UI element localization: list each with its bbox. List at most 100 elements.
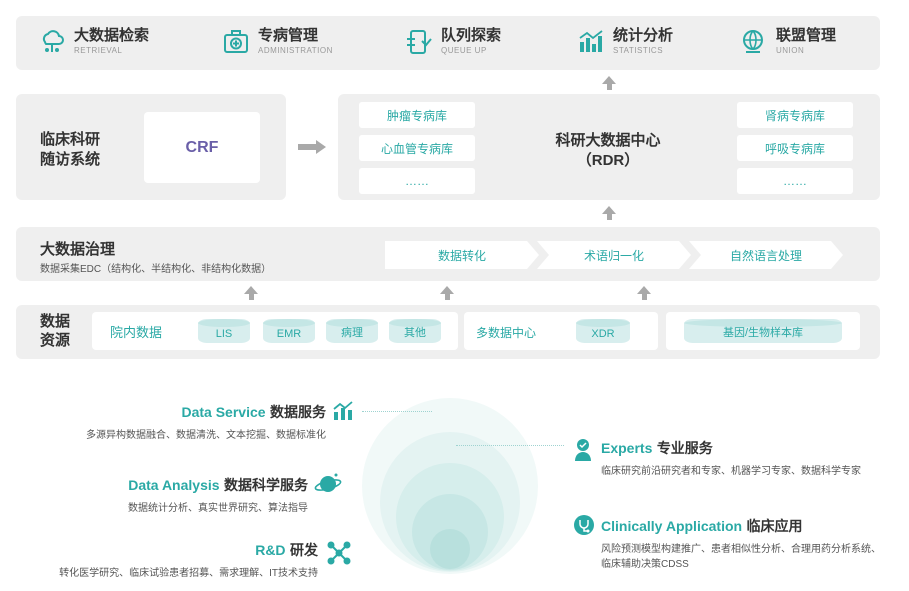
rdr-item-label: 心血管专病库 <box>380 141 453 156</box>
up-arrow <box>244 286 258 300</box>
service-title-en: Data Service <box>181 404 266 420</box>
medical-kit-icon <box>224 30 248 53</box>
nav-sublabel: RETRIEVAL <box>74 46 123 55</box>
concentric-circles <box>362 398 538 574</box>
nav-label: 队列探索 <box>441 27 502 44</box>
rdr-right-item[interactable]: 呼吸专病库 <box>737 135 853 161</box>
nav-union[interactable]: 联盟管理 UNION <box>740 28 836 56</box>
data-source-biobank[interactable]: 基因/生物样本库 <box>684 319 842 343</box>
service-desc: 多源异构数据融合、数据清洗、文本挖掘、数据标准化 <box>86 430 326 441</box>
bar-chart-icon <box>579 30 603 52</box>
rdr-item-label: …… <box>405 174 429 188</box>
crf-title-line: 临床科研 <box>40 131 101 148</box>
nav-sublabel: UNION <box>776 46 805 55</box>
up-arrow <box>602 76 616 90</box>
molecule-icon <box>327 541 351 565</box>
nav-label: 联盟管理 <box>776 27 837 44</box>
nav-statistics[interactable]: 统计分析 STATISTICS <box>577 28 673 56</box>
service-desc: 临床研究前沿研究者和专家、机器学习专家、数据科学专家 <box>601 466 861 477</box>
data-source-label: LIS <box>215 328 233 340</box>
rdr-right-item[interactable]: 肾病专病库 <box>737 102 853 128</box>
data-source-pathology[interactable]: 病理 <box>326 319 378 343</box>
data-source-label: EMR <box>276 328 302 340</box>
data-source-label: XDR <box>591 328 615 340</box>
service-title-zh: 研发 <box>290 542 318 558</box>
data-service-icon <box>333 401 353 420</box>
governance-step[interactable]: 自然语言处理 <box>689 241 843 269</box>
service-title-zh: 临床应用 <box>746 518 803 534</box>
rdr-item-label: 肿瘤专病库 <box>386 108 447 123</box>
connector-line <box>456 445 564 446</box>
service-experts: Experts 专业服务 临床研究前沿研究者和专家、机器学习专家、数据科学专家 <box>601 438 901 477</box>
service-clinical-application: Clinically Application 临床应用 风险预测模型构建推广、患… <box>601 516 901 570</box>
expert-icon <box>575 439 591 461</box>
resources-title-line: 数据 <box>40 313 71 330</box>
crf-box[interactable]: CRF <box>144 112 260 183</box>
nav-label: 统计分析 <box>613 27 674 44</box>
data-source-label: 基因/生物样本库 <box>722 327 804 339</box>
queue-icon <box>407 30 432 54</box>
governance-subtitle: 数据采集EDC（结构化、半结构化、非结构化数据） <box>40 264 272 275</box>
service-data-service: Data Service 数据服务 多源异构数据融合、数据清洗、文本挖掘、数据标… <box>40 402 326 441</box>
rdr-item-label: 肾病专病库 <box>764 108 825 123</box>
service-desc: 临床辅助决策CDSS <box>601 559 689 570</box>
service-title-zh: 数据科学服务 <box>224 477 308 493</box>
governance-step[interactable]: 术语归一化 <box>537 241 691 269</box>
hospital-data-label: 院内数据 <box>110 325 163 340</box>
nav-label: 专病管理 <box>258 27 319 44</box>
resources-title: 数据 资源 <box>40 312 70 350</box>
service-desc: 数据统计分析、真实世界研究、算法指导 <box>128 503 308 514</box>
nav-queue[interactable]: 队列探索 QUEUE UP <box>405 28 501 56</box>
data-source-label: 其他 <box>404 327 426 339</box>
nav-sublabel: STATISTICS <box>613 46 664 55</box>
resources-title-line: 资源 <box>40 332 71 349</box>
service-title-zh: 专业服务 <box>656 440 713 456</box>
up-arrow <box>637 286 651 300</box>
governance-title: 大数据治理 <box>40 241 116 258</box>
step-label: 术语归一化 <box>583 248 644 263</box>
crf-title-line: 随访系统 <box>40 151 101 168</box>
up-arrow <box>602 206 616 220</box>
nav-sublabel: QUEUE UP <box>441 46 487 55</box>
crf-label: CRF <box>185 138 219 156</box>
rdr-title: 科研大数据中心 <box>555 132 661 149</box>
connector-line <box>362 411 432 412</box>
retrieval-icon <box>42 30 64 52</box>
step-label: 数据转化 <box>437 248 486 263</box>
nav-retrieval[interactable]: 大数据检索 RETRIEVAL <box>38 28 149 56</box>
rdr-left-item[interactable]: …… <box>359 168 475 194</box>
nav-sublabel: ADMINISTRATION <box>258 46 333 55</box>
globe-icon <box>743 30 763 53</box>
data-source-lis[interactable]: LIS <box>198 319 250 343</box>
planet-icon <box>314 473 342 492</box>
right-arrow <box>298 140 326 154</box>
rdr-right-item[interactable]: …… <box>737 168 853 194</box>
rdr-left-item[interactable]: 心血管专病库 <box>359 135 475 161</box>
service-title-en: Experts <box>601 440 653 456</box>
rdr-title-block: 科研大数据中心 （RDR） <box>520 131 696 171</box>
service-title-en: Data Analysis <box>128 477 220 493</box>
service-title-zh: 数据服务 <box>270 404 326 420</box>
service-rnd: R&D 研发 转化医学研究、临床试验患者招募、需求理解、IT技术支持 <box>30 540 318 579</box>
service-title-en: Clinically Application <box>601 518 743 534</box>
service-title-en: R&D <box>255 542 286 558</box>
nav-label: 大数据检索 <box>74 27 150 44</box>
rdr-left-item[interactable]: 肿瘤专病库 <box>359 102 475 128</box>
data-source-other[interactable]: 其他 <box>389 319 441 343</box>
step-label: 自然语言处理 <box>729 248 802 263</box>
service-desc: 风险预测模型构建推广、患者相似性分析、合理用药分析系统、 <box>601 544 881 555</box>
crf-system-title: 临床科研 随访系统 <box>40 130 100 170</box>
multi-center-label: 多数据中心 <box>476 326 537 340</box>
stethoscope-icon <box>574 515 594 535</box>
rdr-subtitle: （RDR） <box>576 152 640 169</box>
rdr-item-label: …… <box>783 174 807 188</box>
governance-step[interactable]: 数据转化 <box>385 241 539 269</box>
service-desc: 转化医学研究、临床试验患者招募、需求理解、IT技术支持 <box>59 568 318 579</box>
nav-administration[interactable]: 专病管理 ADMINISTRATION <box>222 28 333 56</box>
data-source-label: 病理 <box>341 327 363 339</box>
up-arrow <box>440 286 454 300</box>
rdr-item-label: 呼吸专病库 <box>764 141 825 156</box>
data-source-emr[interactable]: EMR <box>263 319 315 343</box>
data-source-xdr[interactable]: XDR <box>576 319 630 343</box>
service-data-analysis: Data Analysis 数据科学服务 数据统计分析、真实世界研究、算法指导 <box>40 475 308 514</box>
